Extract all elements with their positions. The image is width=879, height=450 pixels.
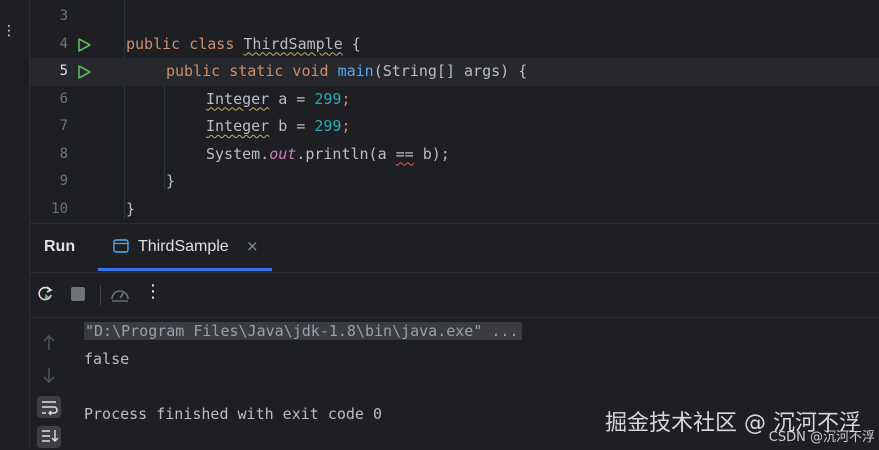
left-tool-strip: ⋮ <box>0 0 30 449</box>
watermark-csdn: CSDN @沉河不浮 <box>768 430 875 445</box>
run-window-title: Run <box>44 238 76 255</box>
code-text: } <box>126 199 136 218</box>
line-number: 9 <box>59 173 68 189</box>
toolbar-separator <box>100 285 101 305</box>
code-text: public class ThirdSample { <box>126 34 361 53</box>
more-actions-icon[interactable]: ⋮ <box>144 281 162 302</box>
console-exit-message: Process finished with exit code 0 <box>84 405 383 423</box>
arrow-up-icon[interactable] <box>37 332 61 354</box>
code-text: public static void main(String[] args) { <box>166 62 528 80</box>
code-line: 6 Integer a = 299; <box>30 86 879 114</box>
soft-wrap-icon[interactable] <box>37 396 61 418</box>
run-tab-bar: Run ThirdSample × <box>30 224 879 273</box>
line-number: 4 <box>59 35 68 52</box>
line-number: 8 <box>59 145 68 162</box>
line-number: 5 <box>59 63 68 79</box>
code-text: Integer b = 299; <box>206 117 351 135</box>
profiler-icon[interactable] <box>109 283 131 305</box>
code-line: 10 } <box>30 196 879 224</box>
line-number: 7 <box>59 118 68 134</box>
line-number: 10 <box>51 200 68 217</box>
tab-selected-indicator <box>98 268 272 271</box>
code-text: Integer a = 299; <box>206 89 351 108</box>
tab-thirdsample[interactable]: ThirdSample × <box>98 224 272 271</box>
console-side-toolbar <box>30 318 68 450</box>
code-line: 9 } <box>30 168 879 196</box>
code-editor[interactable]: 3 4 public class ThirdSample { 5 public … <box>30 0 879 223</box>
scroll-to-end-icon[interactable] <box>37 426 61 448</box>
code-line: 7 Integer b = 299; <box>30 113 879 141</box>
code-text: } <box>166 172 176 190</box>
tab-label: ThirdSample <box>138 238 229 255</box>
code-line-current: 5 public static void main(String[] args)… <box>30 58 879 86</box>
line-number: 6 <box>59 90 68 107</box>
code-text: System.out.println(a == b); <box>206 144 450 163</box>
code-line: 8 System.out.println(a == b); <box>30 141 879 169</box>
stop-icon[interactable] <box>67 283 89 305</box>
rerun-icon[interactable] <box>34 283 56 305</box>
run-toolbar: ⋮ <box>30 273 879 318</box>
line-number: 3 <box>59 8 68 24</box>
run-gutter-icon[interactable] <box>76 37 92 53</box>
console-icon <box>113 239 129 253</box>
arrow-down-icon[interactable] <box>37 364 61 386</box>
code-line: 4 public class ThirdSample { <box>30 31 879 59</box>
run-gutter-icon[interactable] <box>76 64 92 80</box>
more-tools-icon[interactable]: ⋮ <box>0 24 18 38</box>
console-command-line: "D:\Program Files\Java\jdk-1.8\bin\java.… <box>84 320 523 342</box>
close-icon[interactable]: × <box>246 237 259 255</box>
console-output-line: false <box>84 350 130 368</box>
code-line: 3 <box>30 3 879 31</box>
